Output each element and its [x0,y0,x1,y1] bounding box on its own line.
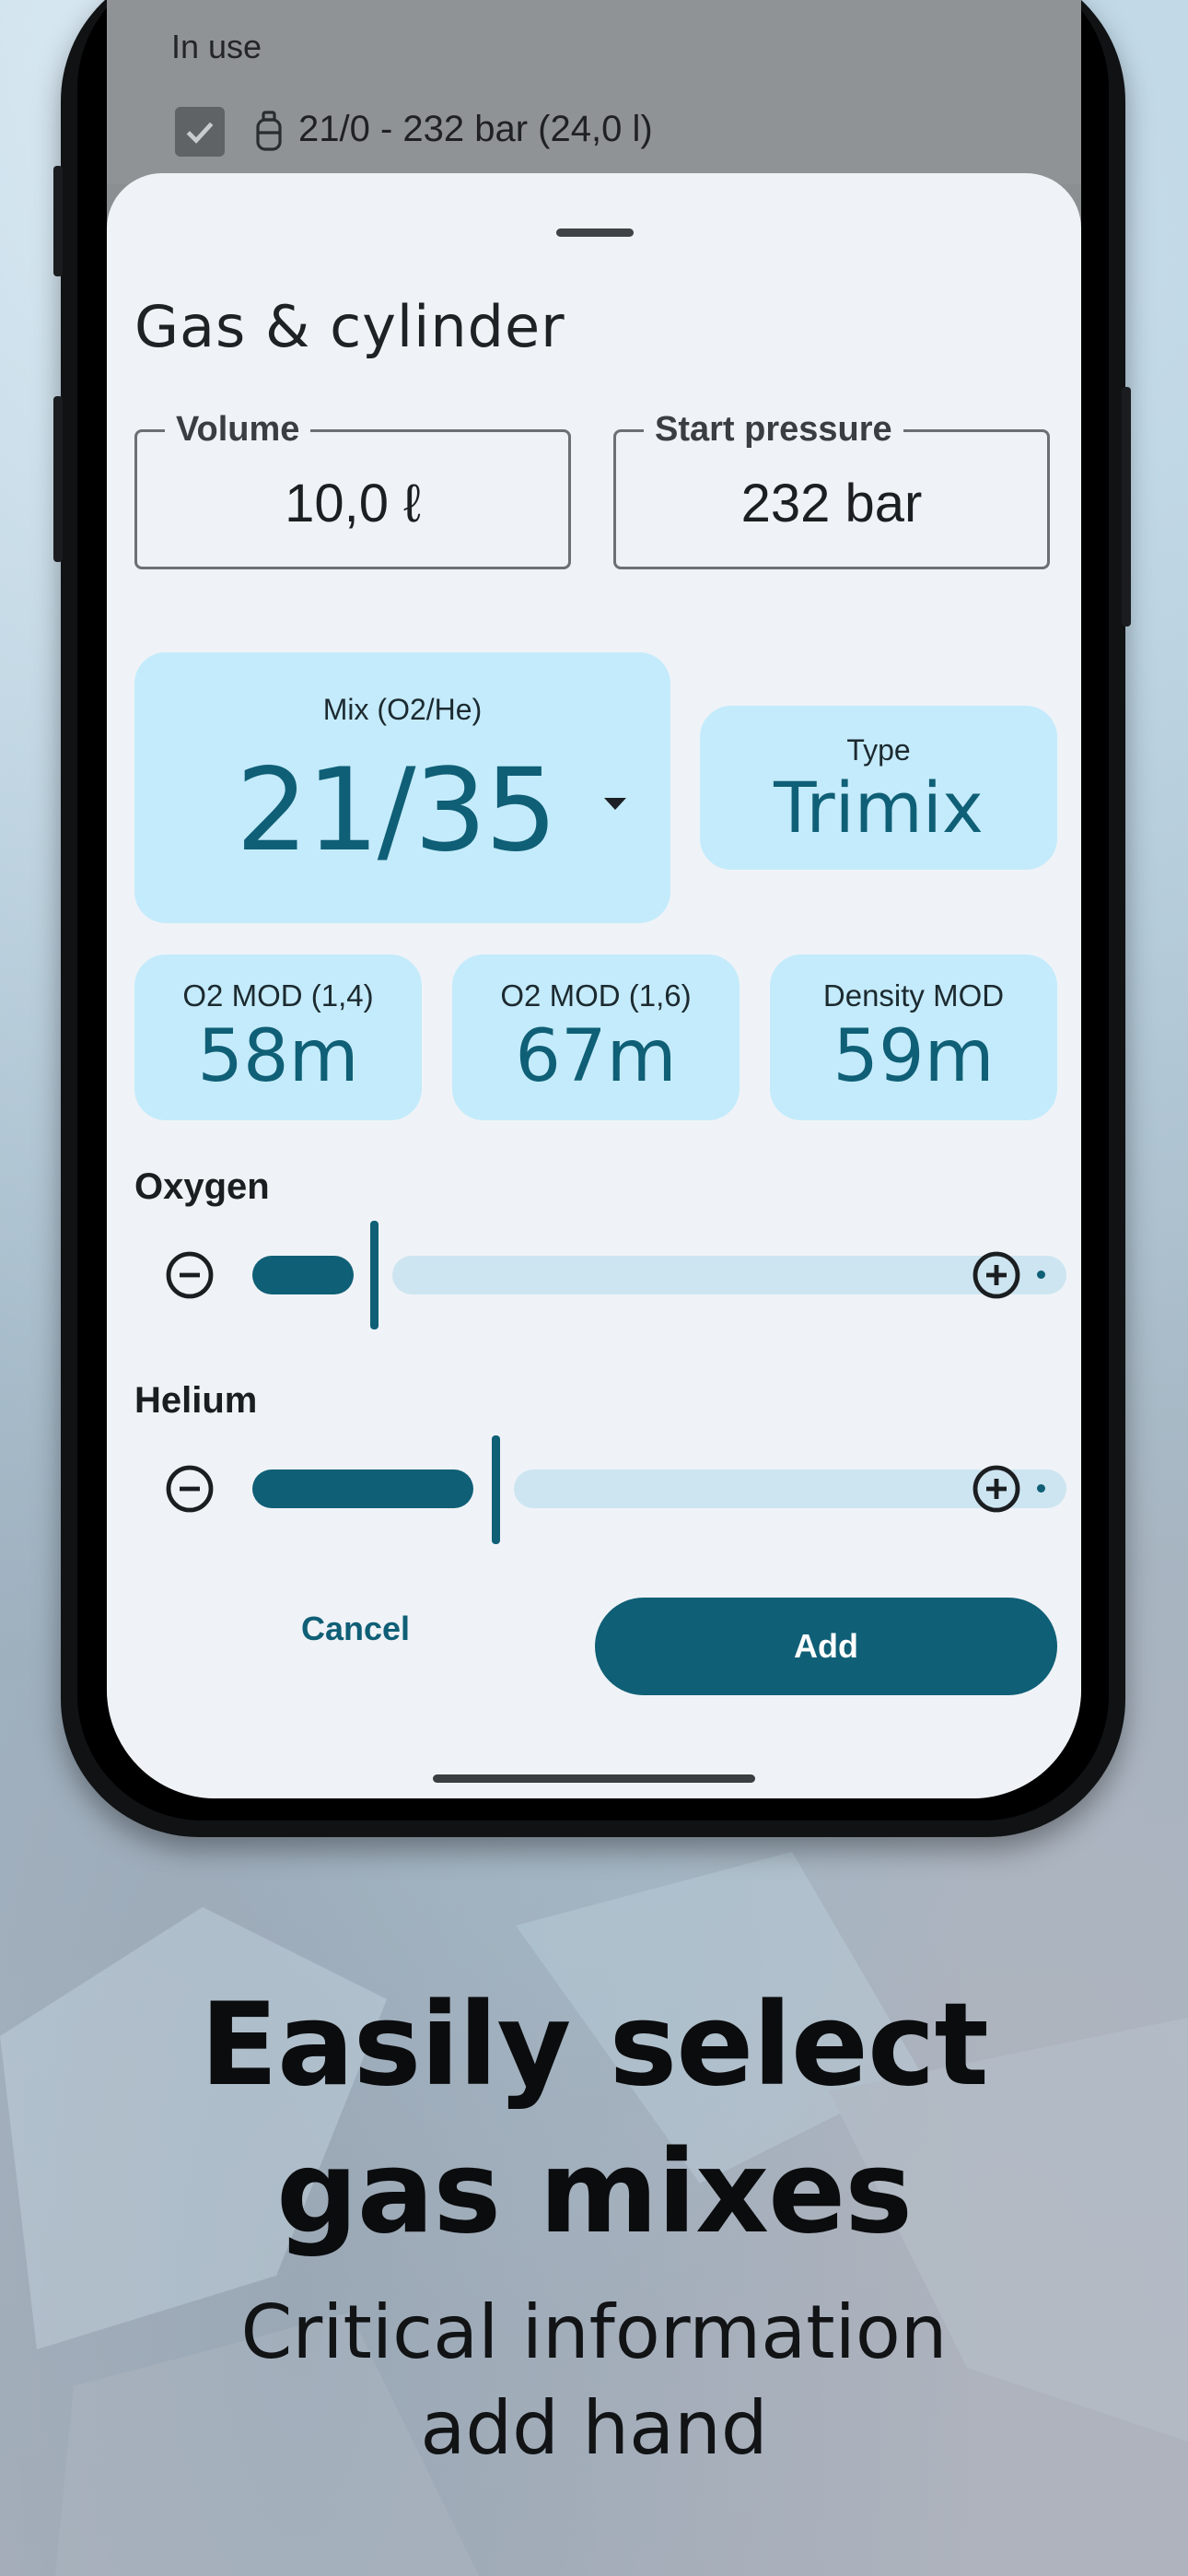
minus-circle-icon[interactable] [164,1463,215,1515]
drag-handle[interactable] [556,228,634,237]
helium-slider-stop-dot [1037,1484,1045,1493]
type-label: Type [846,733,911,767]
background-app-screen: In use 21/0 - 232 bar (24,0 l) [107,0,1081,184]
mix-selector[interactable]: Mix (O2/He) 21/35 [134,652,670,923]
helium-label: Helium [134,1380,258,1421]
phone-side-button [53,396,63,562]
sheet-title: Gas & cylinder [134,293,565,360]
headline-line-1: Easily select [200,1979,988,2112]
subline-line-1: Critical information [240,2289,948,2375]
o2-mod-14-card: O2 MOD (1,4) 58m [134,954,422,1120]
mod-label: Density MOD [822,978,1005,1013]
oxygen-slider-fill [252,1256,354,1294]
volume-field[interactable]: Volume 10,0 ℓ [134,410,571,569]
headline-line-2: gas mixes [275,2126,913,2259]
bottom-sheet: Gas & cylinder Volume 10,0 ℓ Start press… [107,173,1081,1798]
dropdown-arrow-icon [604,798,626,810]
mod-label: O2 MOD (1,6) [500,978,692,1013]
mod-label: O2 MOD (1,4) [182,978,374,1013]
oxygen-slider-thumb[interactable] [370,1221,379,1329]
helium-slider-thumb[interactable] [492,1435,500,1544]
mod-value: 67m [515,1015,677,1098]
cylinder-icon [256,111,282,151]
oxygen-slider-stop-dot [1037,1270,1045,1279]
tank-checkbox[interactable] [175,107,225,157]
mix-value: 21/35 [236,744,557,877]
phone-side-button [53,166,63,276]
mix-label: Mix (O2/He) [322,693,483,726]
subline-line-2: add hand [420,2385,768,2471]
cancel-button[interactable]: Cancel [254,1597,457,1661]
start-pressure-value: 232 bar [740,474,923,533]
volume-label: Volume [165,410,311,450]
plus-circle-icon[interactable] [971,1463,1022,1515]
phone-screen: In use 21/0 - 232 bar (24,0 l) Gas & cyl… [107,0,1081,1798]
marketing-subline: Critical information add hand [0,2285,1188,2476]
minus-circle-icon[interactable] [164,1249,215,1301]
plus-circle-icon[interactable] [971,1249,1022,1301]
o2-mod-16-card: O2 MOD (1,6) 67m [452,954,740,1120]
density-mod-card: Density MOD 59m [770,954,1057,1120]
in-use-section-label: In use [171,28,262,65]
check-icon [186,122,214,144]
mod-value: 58m [197,1015,359,1098]
add-button[interactable]: Add [595,1598,1057,1695]
start-pressure-field[interactable]: Start pressure 232 bar [613,410,1050,569]
oxygen-slider-track[interactable] [392,1256,1066,1294]
tank-label: 21/0 - 232 bar (24,0 l) [298,109,653,149]
helium-slider-fill [252,1469,473,1508]
start-pressure-label: Start pressure [644,410,903,450]
oxygen-label: Oxygen [134,1166,270,1207]
phone-power-button [1122,387,1131,626]
home-indicator[interactable] [433,1774,755,1783]
mod-value: 59m [833,1015,995,1098]
type-value: Trimix [774,767,984,849]
type-card: Type Trimix [700,706,1057,870]
volume-value: 10,0 ℓ [285,474,421,533]
marketing-headline: Easily select gas mixes [0,1972,1188,2266]
